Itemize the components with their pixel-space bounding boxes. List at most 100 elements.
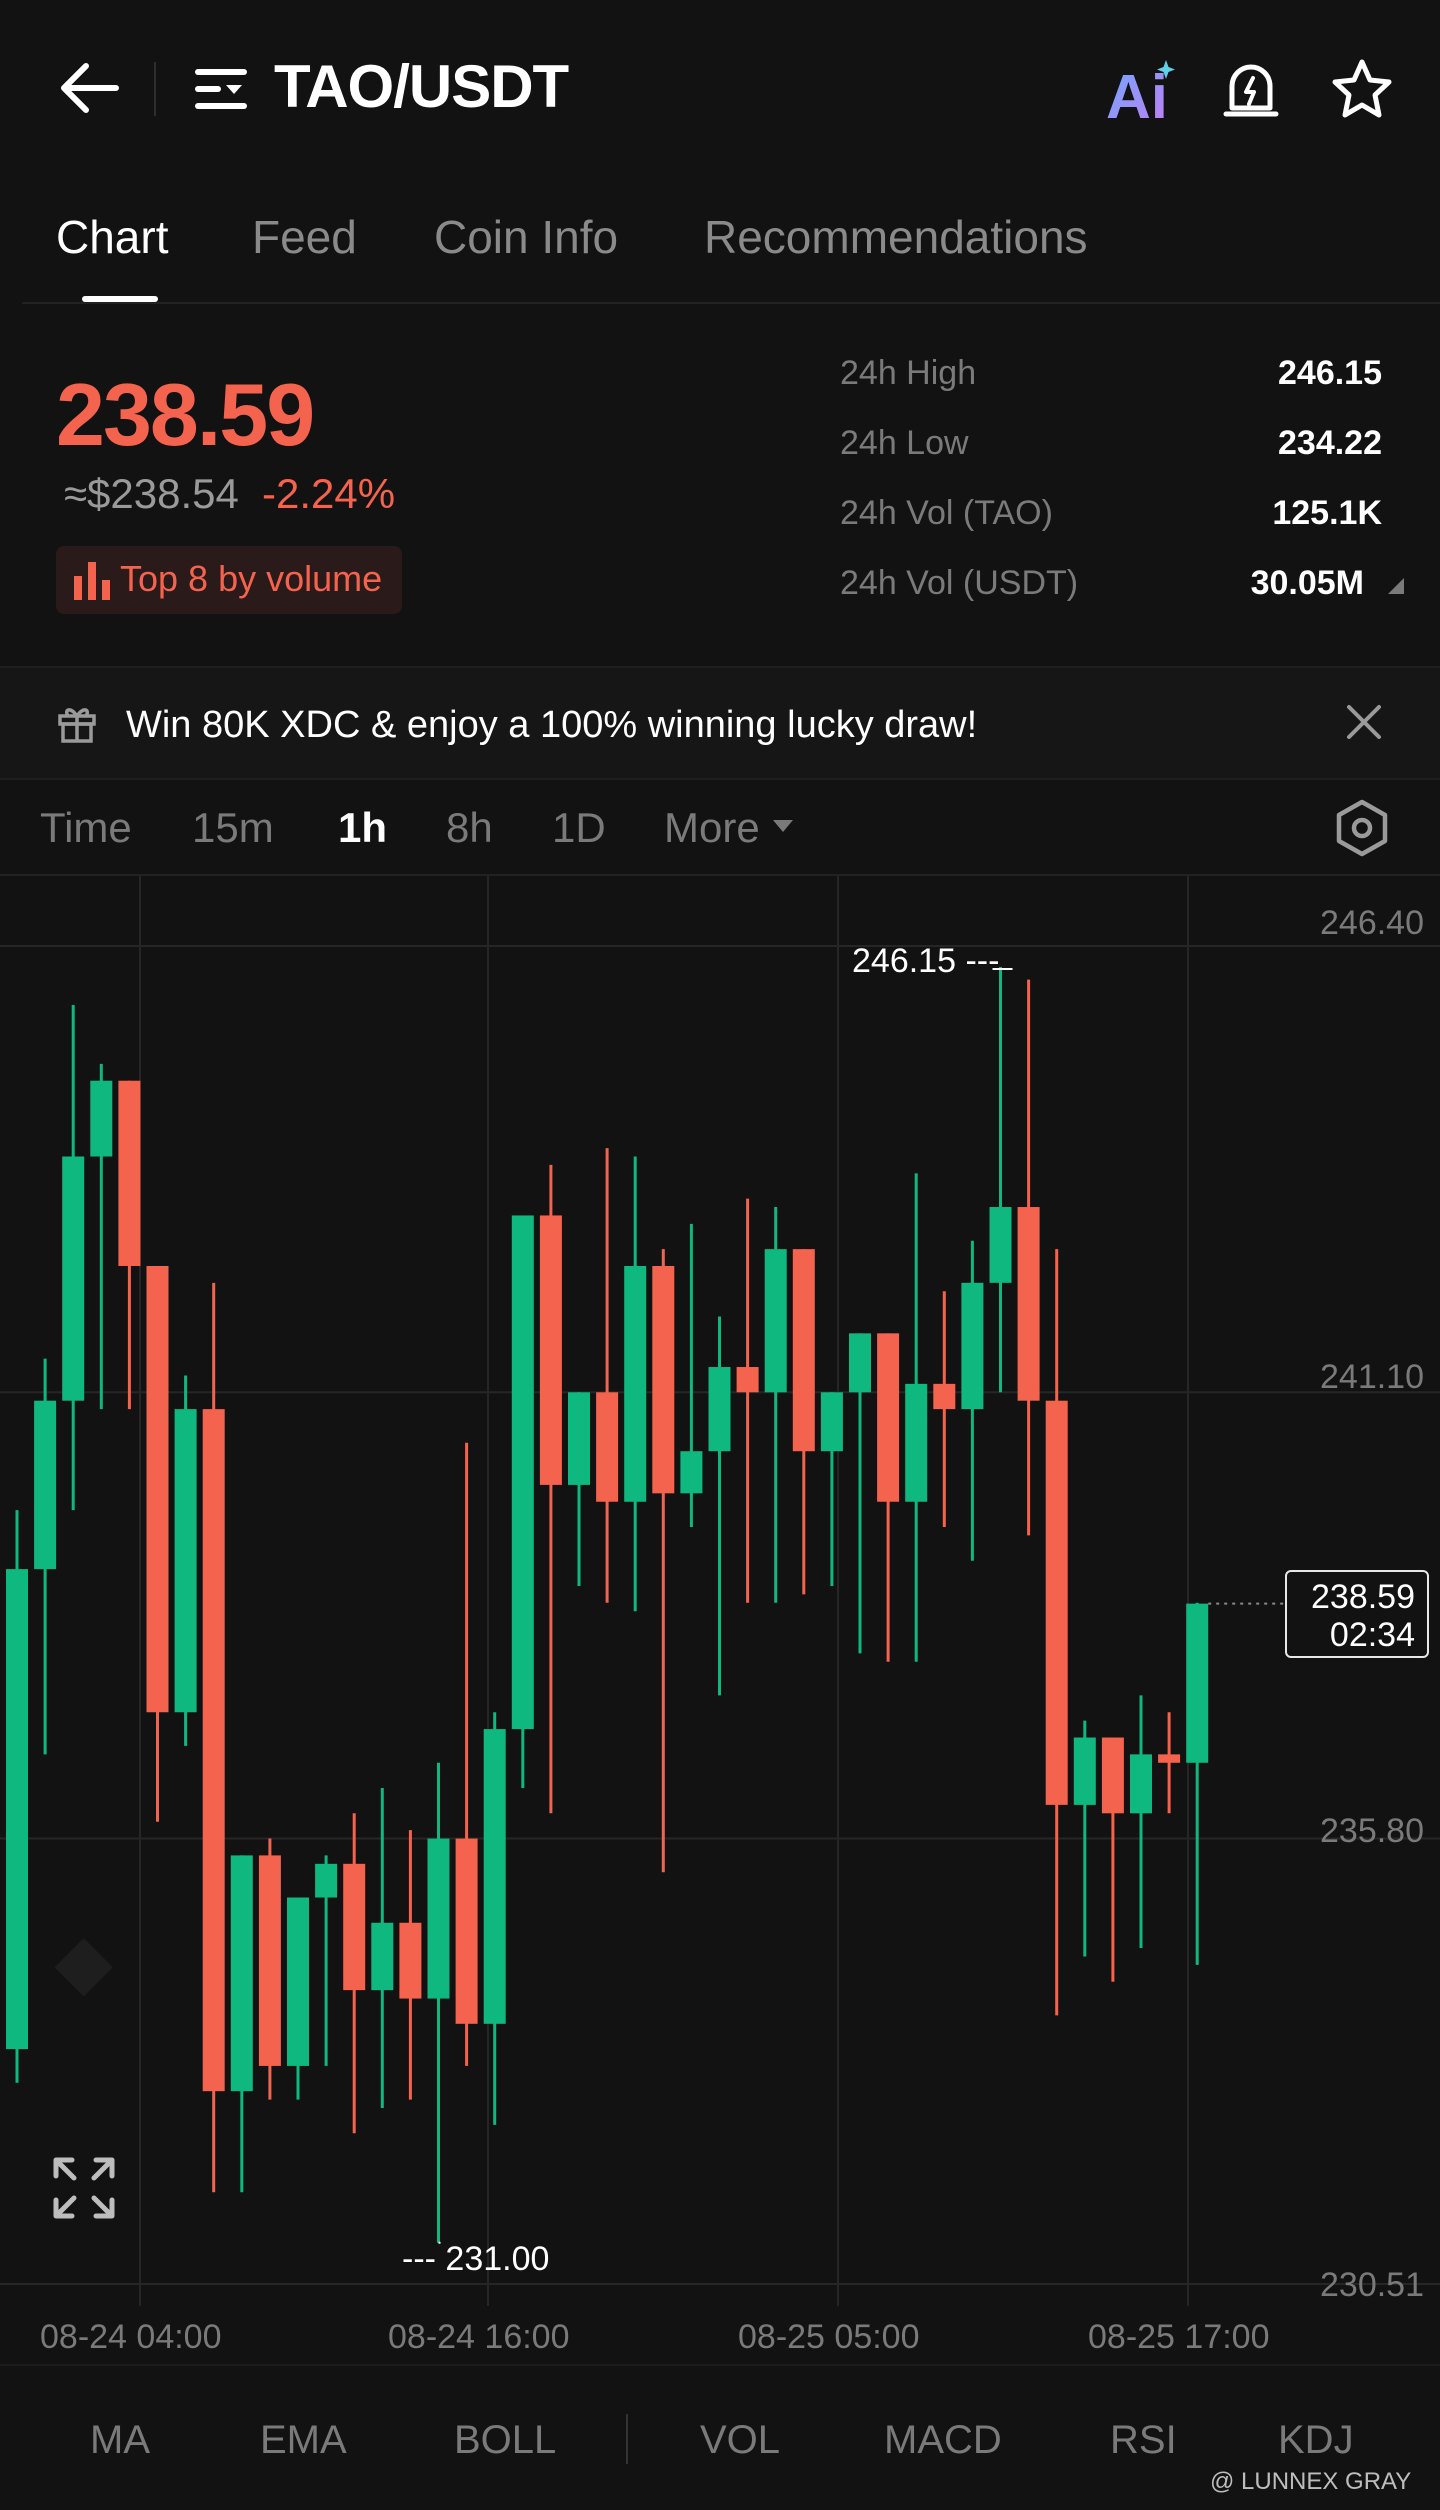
indicator-separator: [626, 2414, 628, 2464]
candle-body[interactable]: [1017, 1207, 1040, 1401]
y-tick-label: 246.40: [1320, 904, 1424, 942]
candle-body[interactable]: [6, 1569, 28, 2050]
exchange-logo-watermark: ◆: [54, 1922, 113, 2002]
stat-value-24h-low: 234.22: [1278, 424, 1382, 462]
candle-body[interactable]: [820, 1392, 843, 1452]
candle-body[interactable]: [652, 1265, 675, 1494]
candle-body[interactable]: [427, 1838, 450, 1999]
candle-body[interactable]: [118, 1080, 141, 1266]
x-tick-label: 08-24 16:00: [388, 2318, 570, 2356]
indicator-rsi[interactable]: RSI: [1110, 2418, 1177, 2463]
promo-banner[interactable]: Win 80K XDC & enjoy a 100% winning lucky…: [0, 666, 1440, 780]
gift-icon: [58, 708, 96, 743]
volume-rank-badge[interactable]: Top 8 by volume: [56, 546, 402, 614]
candle-body[interactable]: [764, 1249, 787, 1393]
tab-recommendations[interactable]: Recommendations: [704, 210, 1088, 264]
tab-coin-info[interactable]: Coin Info: [434, 210, 618, 264]
chart-settings-button[interactable]: [1334, 798, 1390, 858]
star-icon: [1332, 59, 1392, 118]
svg-text:Ai: Ai: [1106, 63, 1168, 122]
more-caret-icon: [773, 820, 793, 832]
interval-time[interactable]: Time: [40, 804, 132, 852]
close-promo-button[interactable]: [1344, 702, 1384, 742]
tabs-divider: [22, 302, 1440, 304]
candle-body[interactable]: [511, 1215, 534, 1730]
stat-value-24h-vol-usdt: 30.05M: [1250, 564, 1364, 602]
candle-body[interactable]: [568, 1392, 590, 1485]
candle-body[interactable]: [708, 1367, 731, 1452]
candle-body[interactable]: [1158, 1754, 1181, 1763]
indicator-kdj[interactable]: KDJ: [1278, 2418, 1354, 2463]
candle-body[interactable]: [596, 1392, 619, 1502]
x-tick-label: 08-25 05:00: [738, 2318, 920, 2356]
x-tick-label: 08-25 17:00: [1088, 2318, 1270, 2356]
fullscreen-button[interactable]: [52, 2156, 116, 2220]
back-button[interactable]: [56, 60, 120, 116]
candle-body[interactable]: [34, 1400, 57, 1570]
candle-body[interactable]: [258, 1855, 281, 2066]
candle-body[interactable]: [174, 1409, 197, 1713]
candle-body[interactable]: [905, 1383, 928, 1502]
high-marker-value: 246.15: [852, 942, 956, 980]
candle-body[interactable]: [287, 1897, 309, 2066]
indicator-macd[interactable]: MACD: [884, 2418, 1002, 2463]
favorite-button[interactable]: [1330, 58, 1394, 120]
indicator-ma[interactable]: MA: [90, 2418, 150, 2463]
interval-1h[interactable]: 1h: [338, 804, 387, 852]
y-tick-label: 235.80: [1320, 1812, 1424, 1850]
candle-body[interactable]: [877, 1333, 900, 1502]
candle-body[interactable]: [483, 1729, 506, 2024]
candle-body[interactable]: [680, 1451, 703, 1494]
pair-title[interactable]: TAO/USDT: [274, 52, 569, 121]
promo-text: Win 80K XDC & enjoy a 100% winning lucky…: [126, 704, 978, 746]
candle-body[interactable]: [230, 1855, 253, 2092]
y-tick-label: 230.51: [1320, 2266, 1424, 2304]
indicator-vol[interactable]: VOL: [700, 2418, 780, 2463]
candle-body[interactable]: [539, 1215, 562, 1485]
back-arrow-icon: [61, 63, 119, 113]
candle-body[interactable]: [1045, 1400, 1068, 1805]
interval-1d[interactable]: 1D: [552, 804, 606, 852]
high-marker-label: 246.15 ---: [852, 942, 1000, 980]
candle-body[interactable]: [62, 1156, 85, 1401]
header-divider: [154, 62, 156, 116]
pair-menu-button[interactable]: [194, 64, 248, 114]
interval-more[interactable]: More: [664, 804, 760, 852]
interval-8h[interactable]: 8h: [446, 804, 493, 852]
last-price: 238.59: [56, 365, 315, 464]
candle-body[interactable]: [1073, 1737, 1096, 1805]
tab-feed[interactable]: Feed: [252, 210, 357, 264]
candle-body[interactable]: [961, 1282, 984, 1410]
stat-label-24h-high: 24h High: [840, 354, 977, 392]
candle-body[interactable]: [792, 1249, 815, 1452]
ai-assistant-button[interactable]: Ai: [1104, 58, 1180, 132]
indicator-ema[interactable]: EMA: [260, 2418, 347, 2463]
candle-body[interactable]: [202, 1409, 225, 2092]
candle-body[interactable]: [933, 1383, 956, 1410]
candle-body[interactable]: [1130, 1754, 1152, 1814]
list-menu-icon: [195, 69, 247, 109]
watermark-text: @ LUNNEX GRAY: [1210, 2468, 1412, 2495]
candle-body[interactable]: [1186, 1603, 1209, 1763]
candle-body[interactable]: [455, 1838, 478, 2024]
candle-body[interactable]: [624, 1265, 647, 1502]
candlestick-chart[interactable]: ◆: [0, 876, 1440, 2306]
price-alert-button[interactable]: [1222, 58, 1280, 122]
tab-chart[interactable]: Chart: [56, 210, 168, 264]
candle-body[interactable]: [146, 1265, 169, 1713]
candle-body[interactable]: [90, 1080, 113, 1157]
interval-15m[interactable]: 15m: [192, 804, 274, 852]
indicator-boll[interactable]: BOLL: [454, 2418, 556, 2463]
candle-body[interactable]: [343, 1863, 366, 1991]
candle-body[interactable]: [371, 1922, 394, 1991]
candle-body[interactable]: [849, 1333, 871, 1393]
expand-icon: [53, 2157, 115, 2219]
candle-body[interactable]: [989, 1207, 1012, 1283]
candle-body[interactable]: [399, 1922, 422, 1999]
settings-hexagon-icon: [1336, 799, 1388, 857]
alert-bell-icon: [1223, 64, 1279, 117]
ai-sparkle-icon: Ai: [1106, 60, 1175, 132]
candle-body[interactable]: [736, 1367, 759, 1393]
candle-body[interactable]: [315, 1863, 338, 1898]
candle-body[interactable]: [1101, 1737, 1124, 1814]
